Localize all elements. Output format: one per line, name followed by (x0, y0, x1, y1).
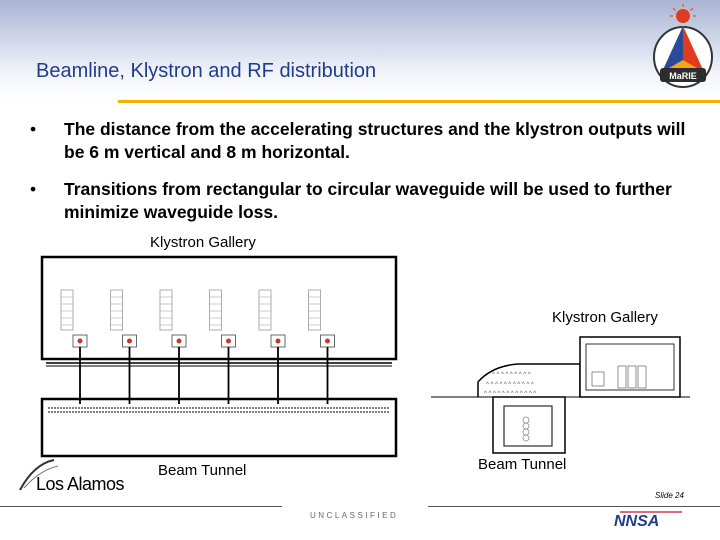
footer-rule (0, 506, 282, 507)
slide-number: Slide 24 (655, 491, 684, 500)
modulator-cabinet (209, 289, 222, 331)
klystron-gallery-outline (40, 255, 398, 361)
plan-view (40, 255, 398, 458)
nnsa-logo-icon: NNSA (614, 511, 682, 529)
modulator-cabinet (60, 289, 74, 331)
classification-label: UNCLASSIFIED (310, 511, 399, 520)
klystron-marker (127, 338, 132, 344)
fill-hatch: ^ ^ ^ ^ ^ ^ ^ ^ ^ ^ ^ ^ ^ ^ ^ ^ ^ ^ ^ ^ … (484, 372, 536, 397)
svg-text:^ ^ ^ ^ ^ ^ ^ ^ ^ ^ ^ ^: ^ ^ ^ ^ ^ ^ ^ ^ ^ ^ ^ ^ (484, 391, 536, 397)
nnsa-logo-text: NNSA (614, 513, 659, 529)
modulator-cabinet (308, 289, 321, 331)
klystron-marker (77, 338, 83, 344)
section-view: ^ ^ ^ ^ ^ ^ ^ ^ ^ ^ ^ ^ ^ ^ ^ ^ ^ ^ ^ ^ … (431, 336, 690, 454)
svg-text:^ ^ ^ ^ ^ ^ ^ ^ ^: ^ ^ ^ ^ ^ ^ ^ ^ ^ (492, 372, 531, 378)
klystron-marker (226, 338, 231, 344)
klystron-units (60, 289, 335, 404)
los-alamos-logo-text: Los Alamos (36, 474, 125, 494)
klystron-marker (325, 338, 330, 344)
modulator-cabinet (159, 289, 173, 331)
klystron-marker (176, 338, 182, 344)
modulator-cabinet (110, 289, 123, 331)
modulator-cabinet (258, 289, 272, 331)
footer-rule (428, 506, 720, 507)
klystron-marker (275, 338, 281, 344)
svg-text:^ ^ ^ ^ ^ ^ ^ ^ ^ ^ ^: ^ ^ ^ ^ ^ ^ ^ ^ ^ ^ ^ (486, 382, 534, 388)
